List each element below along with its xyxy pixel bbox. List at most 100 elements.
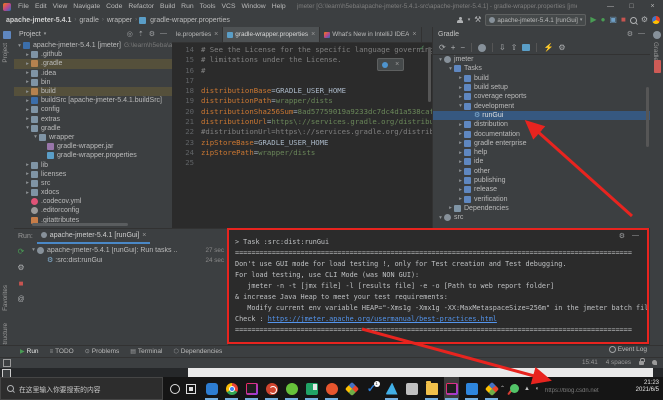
- chevron-icon[interactable]: ▸: [457, 131, 464, 137]
- collapse-all-icon[interactable]: ⇧: [511, 43, 518, 52]
- menu-file[interactable]: File: [15, 3, 32, 10]
- menu-navigate[interactable]: Navigate: [70, 3, 103, 10]
- chevron-icon[interactable]: ▸: [447, 205, 454, 211]
- volume-icon[interactable]: ◖: [535, 386, 539, 392]
- project-item-extras[interactable]: ▸ extras: [14, 115, 172, 124]
- gradle-item-other[interactable]: ▸ other: [433, 167, 650, 176]
- gradle-item-build[interactable]: ▸ build: [433, 74, 650, 83]
- hide-panel-icon[interactable]: —: [638, 30, 645, 38]
- taskbar-app-excel[interactable]: [304, 377, 319, 400]
- build-hammer-icon[interactable]: ⚒: [474, 13, 481, 27]
- menu-code[interactable]: Code: [103, 3, 125, 10]
- project-item-wrapper[interactable]: ▾ wrapper: [14, 133, 172, 142]
- event-log-button[interactable]: Event Log: [608, 346, 647, 353]
- close-tab-icon[interactable]: ×: [214, 31, 218, 38]
- vertical-scrollbar[interactable]: [646, 87, 649, 147]
- tool-tab-terminal[interactable]: ▤ Terminal: [130, 348, 162, 355]
- taskbar-app-chrome[interactable]: [224, 377, 239, 400]
- chevron-icon[interactable]: ▾: [457, 103, 464, 109]
- project-item-idea[interactable]: ▸ .idea: [14, 69, 172, 78]
- close-tab-icon[interactable]: ×: [311, 31, 315, 38]
- remove-icon[interactable]: −: [460, 43, 465, 52]
- caret-position[interactable]: 15:41: [582, 359, 598, 366]
- project-item-build[interactable]: ▸ build: [14, 86, 172, 97]
- editor-tab-what-s-new-in-intellij-idea[interactable]: What's New in IntelliJ IDEA ×: [320, 27, 422, 42]
- gradle-item-ide[interactable]: ▸ ide: [433, 157, 650, 166]
- favorites-stripe-tab[interactable]: Favorites: [2, 285, 9, 311]
- project-item-editorconfig[interactable]: .editorconfig: [14, 206, 172, 215]
- chevron-icon[interactable]: ▾: [437, 215, 444, 221]
- menu-view[interactable]: View: [50, 3, 71, 10]
- indent-indicator[interactable]: 4 spaces: [606, 359, 631, 366]
- chevron-icon[interactable]: ▾: [437, 57, 444, 63]
- taskbar-app-blue-tool-app[interactable]: [464, 377, 479, 400]
- refresh-icon[interactable]: ⟳: [439, 43, 446, 52]
- gradle-item-rungui[interactable]: ⚙ runGui: [433, 110, 650, 121]
- locate-file-icon[interactable]: ◎: [127, 30, 133, 38]
- coverage-button[interactable]: ▣: [609, 13, 617, 27]
- gradle-item-coverage-reports[interactable]: ▸ coverage reports: [433, 92, 650, 101]
- gradle-item-help[interactable]: ▸ help: [433, 148, 650, 157]
- run-task-src-dist-rungui[interactable]: ⚙:src:dist:runGui 24 sec: [28, 255, 228, 265]
- run-tab[interactable]: apache-jmeter-5.4.1 [runGui] ×: [36, 228, 151, 244]
- breadcrumb-gradle[interactable]: gradle: [77, 17, 100, 24]
- menu-build[interactable]: Build: [157, 3, 178, 10]
- chevron-down-icon[interactable]: ▾: [44, 31, 47, 37]
- taskbar-app-file-explorer[interactable]: [424, 377, 439, 400]
- horizontal-scrollbar[interactable]: [32, 223, 128, 226]
- taskbar-app-check-app[interactable]: ✓: [364, 377, 380, 400]
- gradle-item-dependencies[interactable]: ▸ Dependencies: [433, 204, 650, 213]
- gradle-item-development[interactable]: ▾ development: [433, 101, 650, 110]
- stop-icon[interactable]: ■: [19, 279, 24, 288]
- chevron-icon[interactable]: ▸: [457, 168, 464, 174]
- chevron-icon[interactable]: ▾: [30, 247, 37, 253]
- gradle-item-jmeter[interactable]: ▾ jmeter: [433, 55, 650, 64]
- taskbar-app-office-app[interactable]: [344, 377, 359, 400]
- gradle-item-release[interactable]: ▸ release: [433, 185, 650, 194]
- chevron-icon[interactable]: ▸: [457, 159, 464, 165]
- breadcrumb-gradle-wrapper-properties[interactable]: gradle-wrapper.properties: [148, 17, 232, 24]
- select-open-file-icon[interactable]: [522, 44, 531, 51]
- add-icon[interactable]: +: [451, 43, 456, 52]
- panel-settings-icon[interactable]: ⚙: [627, 30, 633, 38]
- panel-settings-icon[interactable]: ⚙: [149, 30, 155, 38]
- tool-tab-todo[interactable]: ≡ TODO: [50, 348, 74, 355]
- profile-dropdown-icon[interactable]: ▾: [468, 13, 471, 27]
- menu-tools[interactable]: Tools: [197, 3, 219, 10]
- close-tab-icon[interactable]: ×: [412, 31, 416, 38]
- rerun-icon[interactable]: ⟳: [18, 247, 25, 256]
- settings-gear-icon[interactable]: ⚙: [641, 13, 648, 27]
- project-item-gradle[interactable]: ▾ gradle: [14, 124, 172, 133]
- project-item-apache-jmeter-5-4-1-jmeter[interactable]: ▾ apache-jmeter-5.4.1 [jmeter] G:\learn\h5…: [14, 41, 172, 50]
- chevron-icon[interactable]: ▸: [24, 107, 31, 113]
- chevron-icon[interactable]: ▸: [24, 89, 31, 95]
- project-stripe-icon[interactable]: [3, 31, 11, 39]
- chevron-icon[interactable]: ▸: [457, 140, 464, 146]
- chevron-icon[interactable]: ▸: [457, 94, 464, 100]
- task-view-icon[interactable]: [186, 384, 196, 394]
- project-item-gradle-wrapper-jar[interactable]: gradle-wrapper.jar: [14, 142, 172, 151]
- chevron-icon[interactable]: ▸: [457, 122, 464, 128]
- close-icon[interactable]: ×: [642, 0, 663, 13]
- cortana-icon[interactable]: [170, 384, 180, 394]
- user-profile-icon[interactable]: [457, 16, 464, 24]
- chevron-icon[interactable]: ▸: [24, 70, 31, 76]
- gradle-stripe-icon[interactable]: [653, 31, 661, 39]
- chevron-icon[interactable]: ▸: [24, 180, 31, 186]
- project-item-config[interactable]: ▸ config: [14, 105, 172, 114]
- network-icon[interactable]: ▲: [524, 386, 530, 392]
- project-item-gradle[interactable]: ▸ .gradle: [14, 59, 172, 69]
- breadcrumb-apache-jmeter-5-4-1[interactable]: apache-jmeter-5.4.1: [4, 17, 73, 24]
- menu-window[interactable]: Window: [239, 3, 269, 10]
- gradle-item-gradle-enterprise[interactable]: ▸ gradle enterprise: [433, 139, 650, 148]
- minimize-icon[interactable]: —: [600, 0, 621, 13]
- gradle-settings-icon[interactable]: ⚙: [558, 43, 565, 52]
- project-item-bin[interactable]: ▸ bin: [14, 78, 172, 87]
- chevron-icon[interactable]: ▸: [24, 162, 31, 168]
- close-tab-icon[interactable]: ×: [142, 232, 146, 239]
- editor-tab-le-properties[interactable]: le.properties ×: [172, 27, 224, 42]
- tray-green-app-icon[interactable]: [510, 384, 520, 393]
- close-icon[interactable]: ×: [395, 61, 399, 68]
- hide-panel-icon[interactable]: —: [160, 30, 167, 38]
- gradle-item-build-setup[interactable]: ▸ build setup: [433, 83, 650, 92]
